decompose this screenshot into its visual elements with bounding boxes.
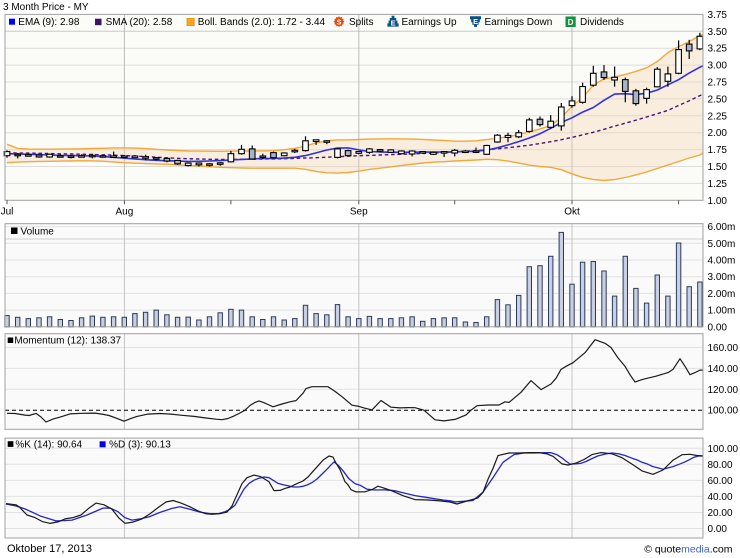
svg-text:Earnings Down: Earnings Down bbox=[485, 17, 553, 28]
svg-text:40.00: 40.00 bbox=[708, 492, 733, 503]
svg-text:5.00m: 5.00m bbox=[708, 239, 736, 250]
svg-text:S: S bbox=[336, 18, 341, 27]
svg-text:160.00: 160.00 bbox=[708, 343, 739, 354]
svg-text:3 Month Price - MY: 3 Month Price - MY bbox=[3, 2, 89, 13]
svg-text:2.25: 2.25 bbox=[708, 111, 728, 122]
svg-text:3.00m: 3.00m bbox=[708, 272, 736, 283]
svg-text:Volume: Volume bbox=[21, 226, 55, 237]
svg-text:SMA (20): 2.58: SMA (20): 2.58 bbox=[106, 17, 173, 28]
svg-text:Earnings Up: Earnings Up bbox=[402, 17, 457, 28]
svg-text:80.00: 80.00 bbox=[708, 460, 733, 471]
svg-text:Jul: Jul bbox=[1, 207, 14, 218]
svg-text:%K (14): 90.64: %K (14): 90.64 bbox=[15, 440, 82, 451]
svg-text:EMA (9): 2.98: EMA (9): 2.98 bbox=[18, 17, 80, 28]
svg-text:E: E bbox=[391, 19, 396, 28]
svg-text:3.00: 3.00 bbox=[708, 61, 728, 72]
svg-text:Boll. Bands (2.0): 1.72 - 3.44: Boll. Bands (2.0): 1.72 - 3.44 bbox=[198, 17, 326, 28]
svg-text:1.50: 1.50 bbox=[708, 162, 728, 173]
svg-text:E: E bbox=[473, 17, 478, 26]
svg-text:3.50: 3.50 bbox=[708, 27, 728, 38]
svg-text:120.00: 120.00 bbox=[708, 385, 739, 396]
svg-text:1.25: 1.25 bbox=[708, 179, 728, 190]
svg-text:140.00: 140.00 bbox=[708, 364, 739, 375]
svg-text:1.75: 1.75 bbox=[708, 145, 728, 156]
svg-text:D: D bbox=[568, 18, 574, 27]
svg-text:4.00m: 4.00m bbox=[708, 256, 736, 267]
svg-text:2.50: 2.50 bbox=[708, 94, 728, 105]
svg-text:2.00m: 2.00m bbox=[708, 289, 736, 300]
svg-text:1.00m: 1.00m bbox=[708, 306, 736, 317]
svg-text:Splits: Splits bbox=[349, 17, 373, 28]
svg-text:Sep: Sep bbox=[350, 207, 368, 218]
svg-text:3.75: 3.75 bbox=[708, 10, 728, 21]
svg-text:3.25: 3.25 bbox=[708, 44, 728, 55]
svg-text:100.00: 100.00 bbox=[708, 406, 739, 417]
svg-text:2.00: 2.00 bbox=[708, 128, 728, 139]
svg-text:Oktober 17, 2013: Oktober 17, 2013 bbox=[7, 543, 92, 555]
svg-text:6.00m: 6.00m bbox=[708, 222, 736, 233]
svg-text:Okt: Okt bbox=[564, 207, 580, 218]
svg-text:60.00: 60.00 bbox=[708, 476, 733, 487]
svg-text:© quotemedia.com: © quotemedia.com bbox=[644, 544, 733, 556]
svg-text:1.00: 1.00 bbox=[708, 196, 728, 207]
svg-text:100.00: 100.00 bbox=[708, 444, 739, 455]
svg-text:0.00: 0.00 bbox=[708, 524, 728, 535]
svg-text:Dividends: Dividends bbox=[580, 17, 624, 28]
svg-text:%D (3): 90.13: %D (3): 90.13 bbox=[109, 440, 171, 451]
svg-text:2.75: 2.75 bbox=[708, 78, 728, 89]
svg-text:0.00: 0.00 bbox=[708, 322, 728, 333]
svg-text:Momentum (12): 138.37: Momentum (12): 138.37 bbox=[14, 335, 121, 346]
svg-text:Aug: Aug bbox=[116, 207, 134, 218]
svg-text:20.00: 20.00 bbox=[708, 508, 733, 519]
